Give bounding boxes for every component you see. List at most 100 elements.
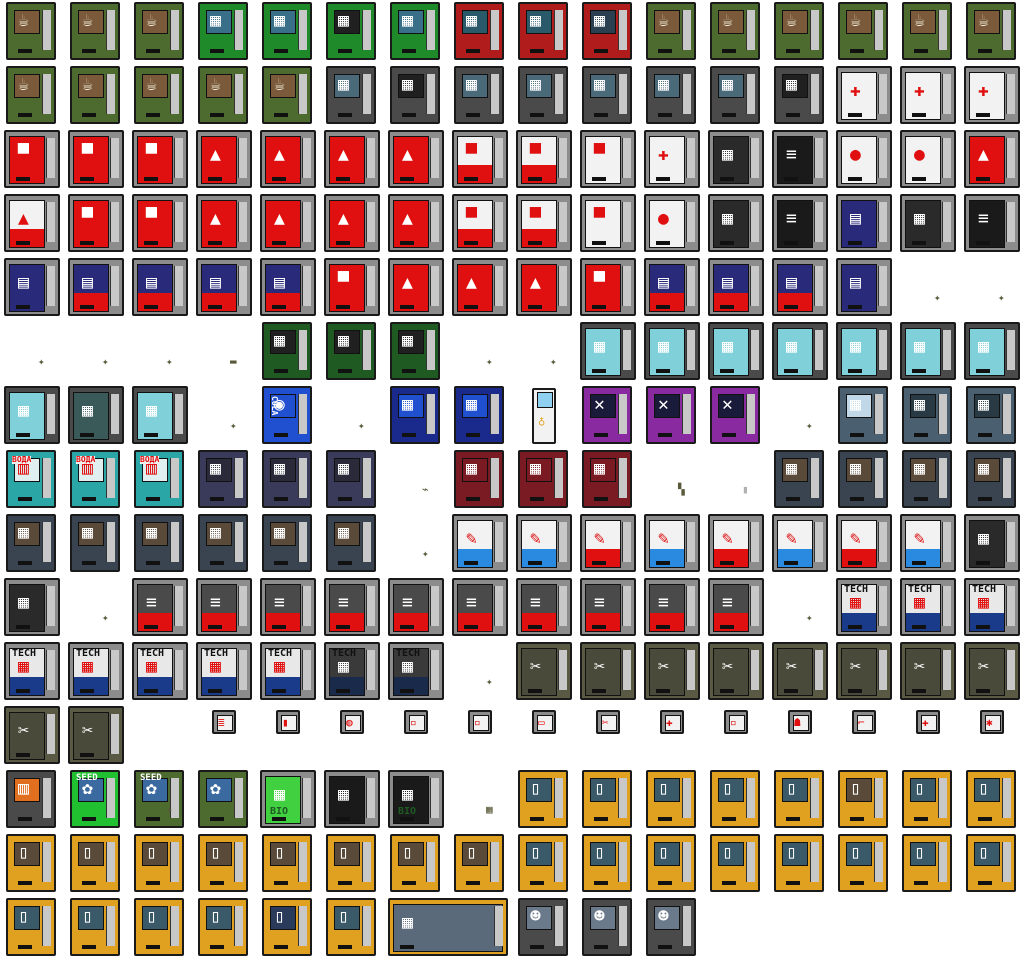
machine-tile-red-vendor-wide[interactable]: ▲ — [256, 192, 320, 256]
machine-tile-red-vendor-wide[interactable]: ▀ — [64, 192, 128, 256]
screw-icon[interactable]: ✦ — [230, 414, 244, 431]
machine-tile-tech[interactable]: ▦ TECH — [960, 576, 1024, 640]
machine-tile-medical-white[interactable]: ✚ — [896, 64, 960, 128]
machine-tile-brown-vendor[interactable]: ▦ — [960, 448, 1024, 512]
screw-icon[interactable]: ✦ — [934, 286, 948, 303]
machine-tile-orange-locker[interactable]: ▯ — [640, 768, 704, 832]
machine-tile-coffee-broken[interactable]: ☕ — [64, 0, 128, 64]
machine-tile-blue-rack-red[interactable]: ▤ — [704, 256, 768, 320]
machine-tile-brown-vendor[interactable]: ▦ — [768, 448, 832, 512]
machine-tile-red-vendor-wide[interactable]: ▲ — [384, 128, 448, 192]
machine-tile-bio[interactable]: ▦ BIO — [256, 768, 320, 832]
cable-icon[interactable]: ▬ — [230, 350, 244, 367]
machine-tile-teal-console[interactable]: ▦ — [640, 320, 704, 384]
machine-tile-steel-vendor[interactable]: ▦ — [832, 384, 896, 448]
machine-tile-orange-locker[interactable]: ▯ — [128, 896, 192, 960]
machine-tile-orange-locker-brown[interactable]: ▯ — [320, 832, 384, 896]
machine-tile-tech[interactable]: ▦ TECH — [64, 640, 128, 704]
machine-tile-orange-locker[interactable]: ▯ — [832, 832, 896, 896]
machine-tile-grey-shelves[interactable]: ≡ — [448, 576, 512, 640]
machine-tile-teal-console[interactable]: ▦ — [576, 320, 640, 384]
machine-tile-orange-locker-brown[interactable]: ▯ — [384, 832, 448, 896]
machine-tile-coffee[interactable]: ☕ — [192, 64, 256, 128]
machine-tile-tech-dark[interactable]: ▦ TECH — [320, 640, 384, 704]
machine-tile-tech[interactable]: ▦ TECH — [192, 640, 256, 704]
machine-tile-orange-locker[interactable]: ▯ — [0, 896, 64, 960]
screw-icon[interactable]: ✦ — [166, 798, 180, 815]
machine-tile-green-vendor[interactable]: ▦ — [256, 0, 320, 64]
machine-tile-dark-wide[interactable]: ▦ — [960, 512, 1024, 576]
machine-tile-seed-dark[interactable]: ✿ SEED — [128, 768, 192, 832]
machine-tile-grey-console[interactable]: ▦ — [320, 64, 384, 128]
machine-tile-syringe-white[interactable]: ✎ — [512, 512, 576, 576]
machine-tile-red-vendor-wide[interactable]: ▲ — [384, 192, 448, 256]
machine-tile-grey-shelves[interactable]: ≡ — [512, 576, 576, 640]
machine-tile-arcade[interactable]: ✕ — [576, 384, 640, 448]
machine-tile-white-red-wide[interactable]: ▀ — [512, 192, 576, 256]
machine-tile-khaki-tool[interactable]: ✂ — [640, 640, 704, 704]
machine-tile-orange-locker[interactable]: ▯ — [576, 768, 640, 832]
machine-tile-teal-console[interactable]: ▦ — [960, 320, 1024, 384]
machine-tile-orange-locker[interactable]: ▯ — [704, 768, 768, 832]
machine-tile-teal-console-broken[interactable]: ▦ — [128, 384, 192, 448]
machine-tile-khaki-tool[interactable]: ✂ — [576, 640, 640, 704]
machine-tile-orange-locker-brown[interactable]: ▯ — [256, 832, 320, 896]
machine-tile-white-red-wide[interactable]: ▲ — [0, 192, 64, 256]
machine-tile-red-vendor-wide[interactable]: ▲ — [512, 256, 576, 320]
machine-tile-red-vendor-wide[interactable]: ▀ — [64, 128, 128, 192]
machine-tile-tech[interactable]: ▦ TECH — [896, 576, 960, 640]
machine-tile-grey-shelves[interactable]: ≡ — [192, 576, 256, 640]
machine-tile-grey-console[interactable]: ▦ — [704, 64, 768, 128]
machine-tile-red-vendor-off[interactable]: ▦ — [576, 0, 640, 64]
machine-tile-orange-locker[interactable]: ▯ — [896, 832, 960, 896]
machine-tile-darkred-vendor[interactable]: ▦ — [512, 448, 576, 512]
machine-tile-coffee[interactable]: ☕ — [768, 0, 832, 64]
machine-tile-orange-locker[interactable]: ▯ — [704, 832, 768, 896]
machine-tile-red-vendor-wide[interactable]: ▲ — [256, 128, 320, 192]
machine-tile-grey-shelves[interactable]: ≡ — [320, 576, 384, 640]
screw-icon[interactable]: ✦ — [38, 350, 52, 367]
machine-tile-teal-water[interactable]: ▥ ВОДА — [64, 448, 128, 512]
machine-tile-grey-shelves-broken[interactable]: ≡ — [704, 576, 768, 640]
machine-tile-medical-white[interactable]: ✚ — [832, 64, 896, 128]
machine-tile-blood-white[interactable]: ● — [896, 128, 960, 192]
machine-tile-dark-wide[interactable]: ▦ — [896, 192, 960, 256]
machine-tile-dark-wide-broken[interactable]: ▦ — [0, 576, 64, 640]
machine-tile-wall-box[interactable]: ⌐ — [832, 704, 896, 768]
screw-icon[interactable]: ✦ — [358, 414, 372, 431]
machine-tile-syringe-white-red[interactable]: ✎ — [704, 512, 768, 576]
machine-tile-seed-broken[interactable]: ✿ — [192, 768, 256, 832]
machine-tile-blue-rack-red[interactable]: ▤ — [768, 256, 832, 320]
machine-tile-white-red-wide[interactable]: ▀ — [448, 192, 512, 256]
machine-tile-red-vendor-wide[interactable]: ▲ — [384, 256, 448, 320]
machine-tile-syringe-white[interactable]: ✎ — [448, 512, 512, 576]
machine-tile-khaki-tool[interactable]: ✂ — [832, 640, 896, 704]
screw-icon[interactable]: ✦ — [422, 542, 436, 559]
machine-tile-coffee[interactable]: ☕ — [0, 64, 64, 128]
machine-tile-red-vendor-wide[interactable]: ▲ — [192, 128, 256, 192]
machine-tile-grey-shelves[interactable]: ≡ — [256, 576, 320, 640]
machine-tile-dark-wide[interactable]: ▦ — [704, 128, 768, 192]
machine-tile-teal-console[interactable]: ▦ — [0, 384, 64, 448]
machine-tile-tech[interactable]: ▦ TECH — [832, 576, 896, 640]
machine-tile-blood-white[interactable]: ● — [832, 128, 896, 192]
machine-tile-wall-box[interactable]: ▫ — [448, 704, 512, 768]
machine-tile-teal-console[interactable]: ▦ — [768, 320, 832, 384]
machine-tile-blue-rack-red[interactable]: ▤ — [128, 256, 192, 320]
machine-tile-syringe-white[interactable]: ✎ — [640, 512, 704, 576]
machine-tile-grey-console[interactable]: ▦ — [448, 64, 512, 128]
machine-tile-wall-box[interactable]: ▭ — [512, 704, 576, 768]
machine-tile-grey-console-dark[interactable]: ▦ — [384, 64, 448, 128]
machine-tile-orange-locker[interactable]: ▯ — [768, 832, 832, 896]
machine-tile-coffee[interactable]: ☕ — [64, 64, 128, 128]
machine-tile-white-red-wide[interactable]: ▀ — [512, 128, 576, 192]
machine-tile-coffee[interactable]: ☕ — [0, 0, 64, 64]
machine-tile-orange-locker[interactable]: ▯ — [768, 768, 832, 832]
machine-tile-bio-dark[interactable]: ▦ — [320, 768, 384, 832]
machine-tile-orange-locker[interactable]: ▯ — [512, 768, 576, 832]
screw-icon[interactable]: ✦ — [486, 350, 500, 367]
machine-tile-tech[interactable]: ▦ TECH — [0, 640, 64, 704]
machine-tile-orange-locker[interactable]: ▯ — [960, 832, 1024, 896]
screw-icon[interactable]: ✦ — [998, 286, 1012, 303]
machine-tile-teal-console[interactable]: ▦ — [896, 320, 960, 384]
